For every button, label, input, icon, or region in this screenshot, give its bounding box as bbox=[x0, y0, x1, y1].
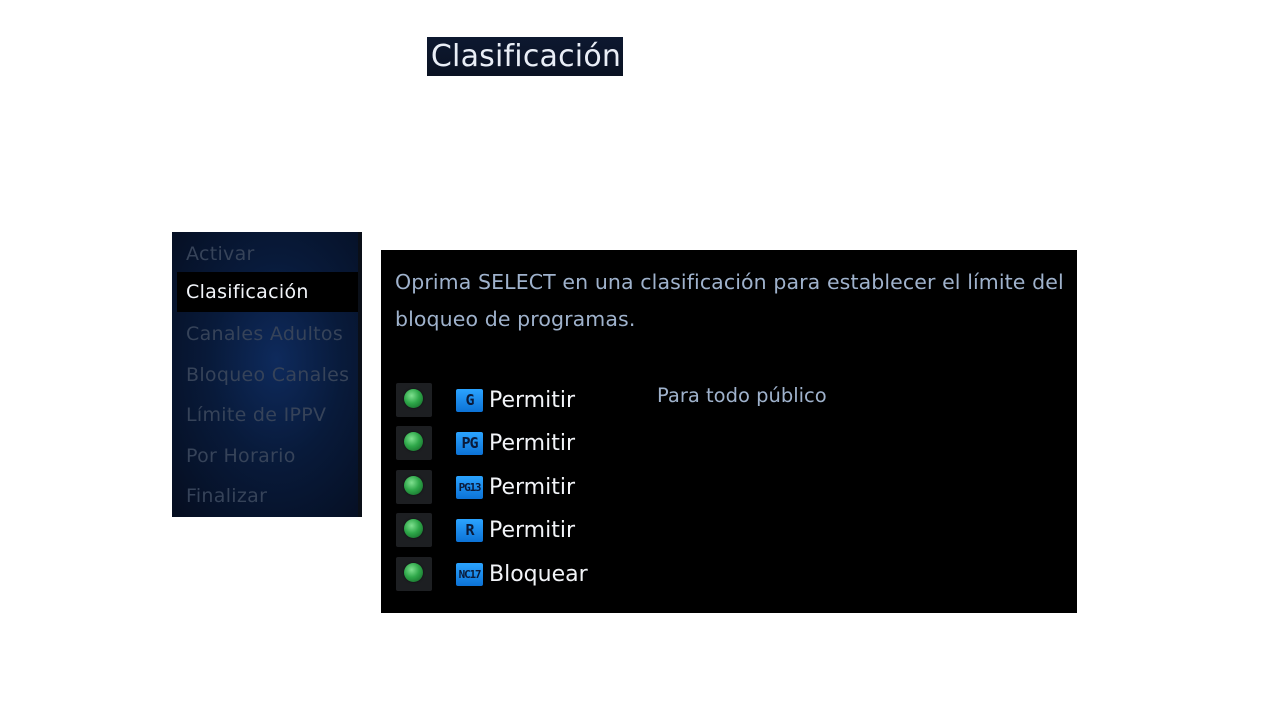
rating-row-r[interactable]: R Permitir bbox=[396, 513, 696, 549]
green-dot-icon bbox=[404, 563, 423, 582]
instructions-text: Oprima SELECT en una clasificación para … bbox=[395, 270, 1064, 331]
green-dot-icon bbox=[404, 476, 423, 495]
menu-item-por-horario[interactable]: Por Horario bbox=[186, 436, 296, 476]
menu-item-finalizar[interactable]: Finalizar bbox=[186, 476, 267, 516]
rating-pg-icon: PG bbox=[456, 432, 483, 455]
rating-status: Permitir bbox=[489, 388, 576, 413]
rating-row-g[interactable]: G Permitir bbox=[396, 383, 696, 419]
menu-item-clasificacion[interactable]: Clasificación bbox=[177, 272, 362, 312]
rating-r-icon: R bbox=[456, 519, 483, 542]
menu-item-bloqueo-canales[interactable]: Bloqueo Canales bbox=[186, 355, 349, 395]
rating-status: Permitir bbox=[489, 518, 576, 543]
indicator-box bbox=[396, 557, 432, 591]
indicator-box bbox=[396, 426, 432, 460]
indicator-box bbox=[396, 513, 432, 547]
side-menu: Activar Clasificación Canales Adultos Bl… bbox=[172, 232, 362, 517]
menu-item-limite-ippv[interactable]: Límite de IPPV bbox=[186, 395, 326, 435]
rating-row-pg[interactable]: PG Permitir bbox=[396, 426, 696, 462]
main-panel: Oprima SELECT en una clasificación para … bbox=[381, 250, 1077, 613]
rating-status: Permitir bbox=[489, 431, 576, 456]
rating-description: Para todo público bbox=[657, 384, 827, 407]
rating-pg13-icon: PG13 bbox=[456, 476, 483, 499]
page-title: Clasificación bbox=[427, 37, 623, 76]
green-dot-icon bbox=[404, 519, 423, 538]
rating-row-pg13[interactable]: PG13 Permitir bbox=[396, 470, 696, 506]
rating-nc17-icon: NC17 bbox=[456, 563, 483, 586]
indicator-box bbox=[396, 470, 432, 504]
green-dot-icon bbox=[404, 389, 423, 408]
menu-item-canales-adultos[interactable]: Canales Adultos bbox=[186, 314, 343, 354]
rating-row-nc17[interactable]: NC17 Bloquear bbox=[396, 557, 696, 593]
rating-status: Bloquear bbox=[489, 562, 588, 587]
indicator-box bbox=[396, 383, 432, 417]
menu-item-activar[interactable]: Activar bbox=[186, 234, 255, 274]
green-dot-icon bbox=[404, 432, 423, 451]
rating-g-icon: G bbox=[456, 389, 483, 412]
rating-status: Permitir bbox=[489, 475, 576, 500]
